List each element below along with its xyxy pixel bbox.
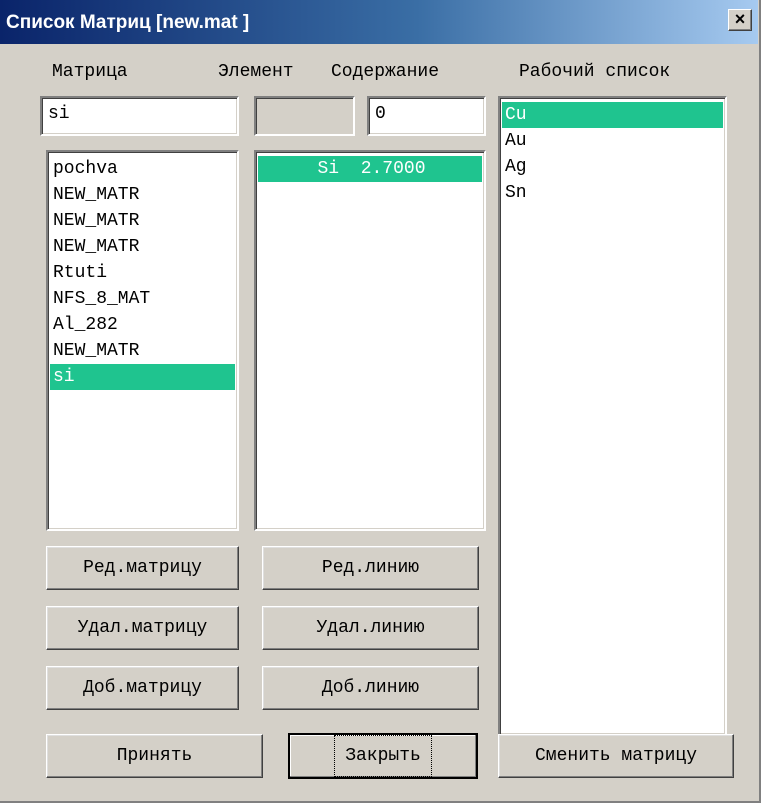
add-matrix-label: Доб.матрицу bbox=[83, 678, 202, 698]
add-matrix-button[interactable]: Доб.матрицу bbox=[46, 666, 239, 710]
matrix-list-item[interactable]: NEW_MATR bbox=[50, 182, 235, 208]
header-working-list: Рабочий список bbox=[519, 62, 671, 82]
edit-line-button[interactable]: Ред.линию bbox=[262, 546, 479, 590]
element-list[interactable]: Si 2.7000 bbox=[254, 150, 486, 531]
matrix-list-item[interactable]: Rtuti bbox=[50, 260, 235, 286]
matrix-list-dialog: Список Матриц [new.mat ] × Матрица Элеме… bbox=[0, 0, 761, 803]
edit-matrix-label: Ред.матрицу bbox=[83, 558, 202, 578]
header-content: Содержание bbox=[331, 62, 440, 82]
delete-matrix-button[interactable]: Удал.матрицу bbox=[46, 606, 239, 650]
delete-matrix-label: Удал.матрицу bbox=[77, 618, 208, 638]
accept-button[interactable]: Принять bbox=[46, 734, 263, 778]
matrix-name-input[interactable]: si bbox=[40, 96, 239, 136]
matrix-list-item[interactable]: si bbox=[50, 364, 235, 390]
matrix-list-item[interactable]: pochva bbox=[50, 156, 235, 182]
header-matrix: Матрица bbox=[52, 62, 128, 82]
close-icon: × bbox=[734, 9, 746, 29]
accept-label: Принять bbox=[116, 746, 193, 766]
delete-line-button[interactable]: Удал.линию bbox=[262, 606, 479, 650]
working-list-item[interactable]: Au bbox=[502, 128, 723, 154]
matrix-list-item[interactable]: NEW_MATR bbox=[50, 208, 235, 234]
edit-line-label: Ред.линию bbox=[321, 558, 420, 578]
header-element: Элемент bbox=[218, 62, 294, 82]
edit-matrix-button[interactable]: Ред.матрицу bbox=[46, 546, 239, 590]
working-list-item[interactable]: Sn bbox=[502, 180, 723, 206]
delete-line-label: Удал.линию bbox=[316, 618, 425, 638]
add-line-label: Доб.линию bbox=[321, 678, 420, 698]
working-list-item[interactable]: Ag bbox=[502, 154, 723, 180]
element-input[interactable] bbox=[254, 96, 355, 136]
matrix-list-item[interactable]: NFS_8_MAT bbox=[50, 286, 235, 312]
content-input[interactable]: 0 bbox=[367, 96, 486, 136]
matrix-list-item[interactable]: NEW_MATR bbox=[50, 338, 235, 364]
working-list-item[interactable]: Cu bbox=[502, 102, 723, 128]
matrix-list-item[interactable]: NEW_MATR bbox=[50, 234, 235, 260]
working-list[interactable]: Cu Au Ag Sn bbox=[498, 96, 727, 736]
close-label: Закрыть bbox=[334, 735, 432, 777]
element-list-item[interactable]: Si 2.7000 bbox=[258, 156, 482, 182]
window-title: Список Матриц [new.mat ] bbox=[6, 12, 250, 33]
matrix-list[interactable]: pochva NEW_MATR NEW_MATR NEW_MATR Rtuti NFS_8… bbox=[46, 150, 239, 531]
change-matrix-label: Сменить матрицу bbox=[534, 746, 698, 766]
title-bar[interactable]: Список Матриц [new.mat ] × bbox=[0, 0, 758, 44]
close-window-button[interactable]: × bbox=[728, 9, 752, 31]
close-button[interactable]: Закрыть bbox=[288, 733, 478, 779]
matrix-list-item[interactable]: Al_282 bbox=[50, 312, 235, 338]
add-line-button[interactable]: Доб.линию bbox=[262, 666, 479, 710]
change-matrix-button[interactable]: Сменить матрицу bbox=[498, 734, 734, 778]
